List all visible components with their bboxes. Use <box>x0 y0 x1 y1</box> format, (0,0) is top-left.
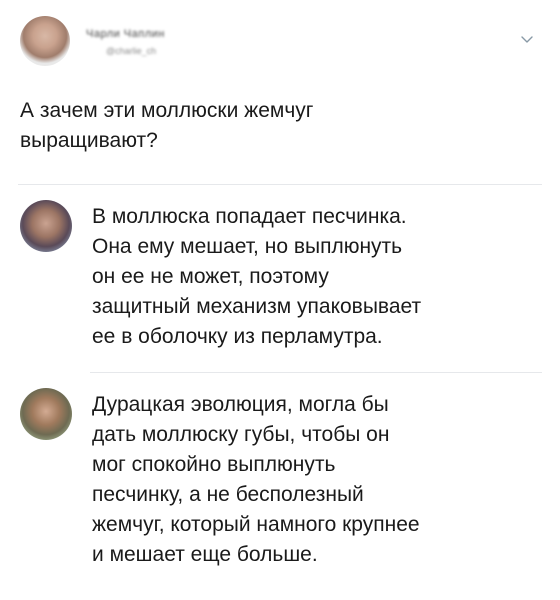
reply-avatar[interactable] <box>20 388 72 440</box>
post-text: А зачем эти моллюски жемчуг выращивают? <box>20 99 314 152</box>
reply-text: Дурацкая эволюция, могла бы дать моллюск… <box>92 393 420 566</box>
divider <box>18 184 542 185</box>
author-name[interactable]: Чарли Чаплин <box>86 28 165 40</box>
post-header: Чарли Чаплин @charlie_ch <box>18 14 542 70</box>
author-handle[interactable]: @charlie_ch <box>106 46 156 56</box>
author-avatar[interactable] <box>20 16 70 66</box>
reply-avatar[interactable] <box>20 200 72 252</box>
divider <box>90 372 542 373</box>
reply-text: В моллюска попадает песчинка. Она ему ме… <box>92 205 422 348</box>
chevron-down-icon[interactable] <box>520 32 534 46</box>
